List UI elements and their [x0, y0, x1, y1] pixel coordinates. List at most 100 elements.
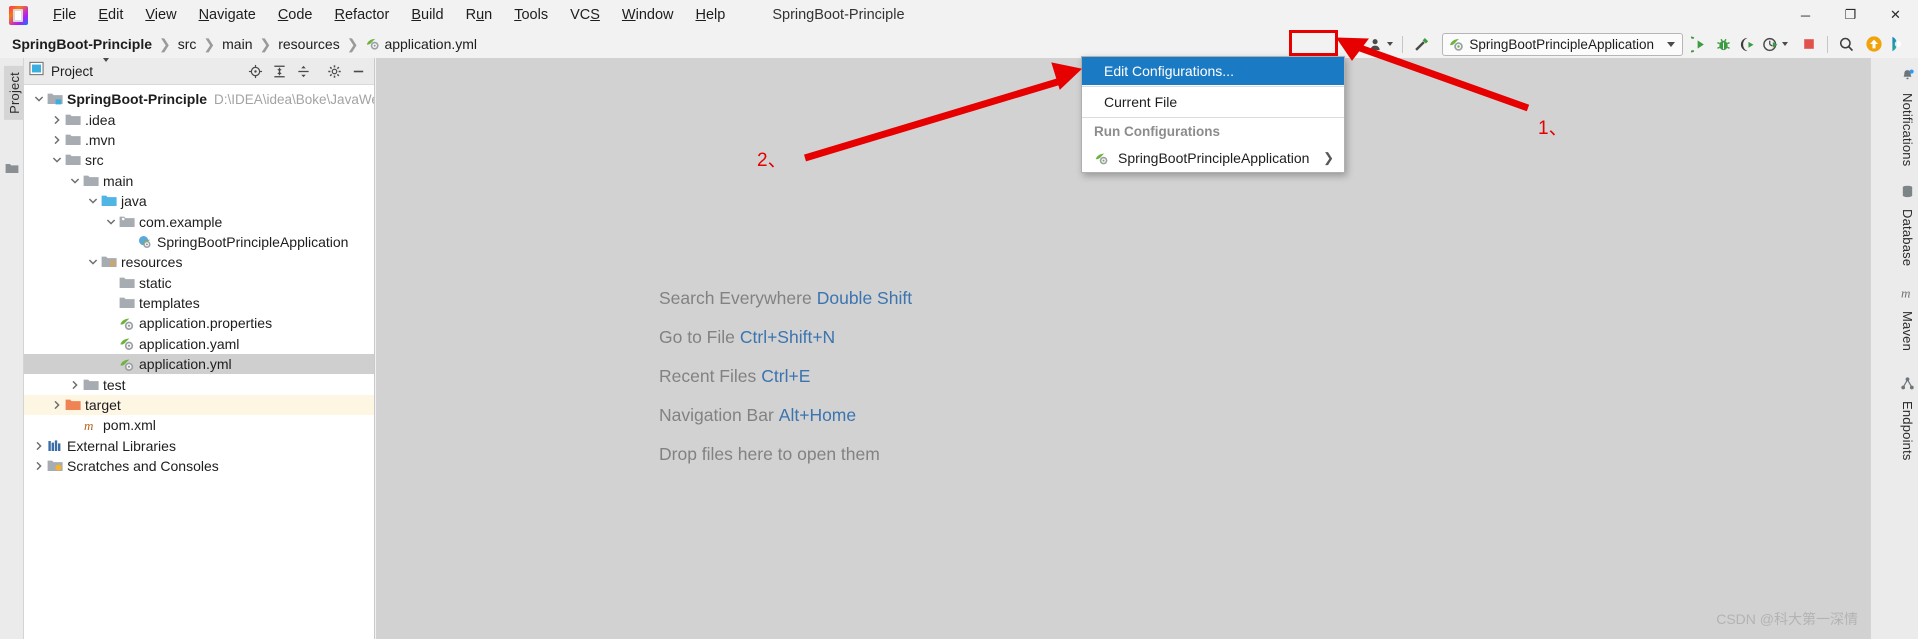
tree-node-src[interactable]: src	[24, 150, 374, 170]
breadcrumb-item-application-yml[interactable]: application.yml	[363, 35, 479, 53]
menu-item-help[interactable]: Help	[684, 3, 736, 27]
popup-item-springbootprincipleapplication[interactable]: SpringBootPrincipleApplication ❯	[1082, 144, 1344, 172]
popup-item-edit-configurations[interactable]: Edit Configurations...	[1082, 57, 1344, 85]
right-tab-database[interactable]: Database	[1900, 184, 1915, 266]
tree-node-pom-xml[interactable]: m pom.xml	[24, 415, 374, 435]
collapse-all-button[interactable]	[292, 61, 314, 82]
tree-twisty-closed-icon[interactable]	[50, 110, 64, 130]
folder-icon[interactable]	[5, 161, 19, 179]
breadcrumb-item-resources[interactable]: resources	[276, 35, 341, 53]
tree-node-springbootprincipleapplication[interactable]: SpringBootPrincipleApplication	[24, 232, 374, 252]
tree-node-external-libraries[interactable]: External Libraries	[24, 436, 374, 456]
tree-node-springboot-principle[interactable]: SpringBoot-Principle D:\IDEA\idea\Boke\Ja…	[24, 89, 374, 109]
gear-icon	[327, 64, 341, 78]
tree-twisty-none-icon	[104, 313, 118, 333]
tree-node--mvn[interactable]: .mvn	[24, 130, 374, 150]
menu-item-file[interactable]: File	[42, 3, 87, 27]
tree-node-label: test	[103, 376, 126, 393]
run-configuration-dropdown-arrow[interactable]	[1660, 34, 1678, 55]
right-tab-notifications[interactable]: Notifications	[1900, 68, 1915, 166]
popup-separator	[1082, 86, 1344, 87]
tree-twisty-closed-icon[interactable]	[50, 130, 64, 150]
tree-twisty-closed-icon[interactable]	[68, 375, 82, 395]
breadcrumb-item-src[interactable]: src	[176, 35, 199, 53]
build-project-button[interactable]	[1409, 32, 1434, 56]
menu-item-code[interactable]: Code	[267, 3, 324, 27]
editor-hint-search-everywhere: Search Everywhere Double Shift	[659, 288, 912, 309]
hint-action: Navigation Bar	[659, 405, 774, 425]
menu-item-navigate[interactable]: Navigate	[188, 3, 267, 27]
profile-button[interactable]	[1759, 32, 1791, 56]
user-account-button[interactable]	[1366, 32, 1396, 56]
tree-twisty-open-icon[interactable]	[50, 150, 64, 170]
tree-twisty-closed-icon[interactable]	[32, 456, 46, 476]
hint-shortcut: Ctrl+Shift+N	[739, 327, 836, 347]
tree-node--idea[interactable]: .idea	[24, 109, 374, 129]
hide-panel-button[interactable]	[347, 61, 369, 82]
tree-twisty-closed-icon[interactable]	[32, 436, 46, 456]
tree-node-static[interactable]: static	[24, 273, 374, 293]
tree-node-main[interactable]: main	[24, 171, 374, 191]
project-panel-dropdown[interactable]	[100, 58, 110, 80]
run-configuration-selector[interactable]: SpringBootPrincipleApplication	[1442, 32, 1683, 56]
run-with-coverage-button[interactable]	[1735, 32, 1759, 56]
tree-twisty-open-icon[interactable]	[104, 212, 118, 232]
tree-twisty-open-icon[interactable]	[86, 191, 100, 211]
tree-node-target[interactable]: target	[24, 394, 374, 416]
menu-item-view[interactable]: View	[134, 3, 187, 27]
right-tab-maven[interactable]: m Maven	[1900, 286, 1915, 351]
tree-node-resources[interactable]: resources	[24, 252, 374, 272]
tree-node-scratches-and-consoles[interactable]: Scratches and Consoles	[24, 456, 374, 476]
tree-node-application-properties[interactable]: application.properties	[24, 313, 374, 333]
tree-twisty-open-icon[interactable]	[86, 252, 100, 272]
run-button[interactable]	[1687, 32, 1711, 56]
hint-action: Go to File	[659, 327, 735, 347]
folder-icon	[118, 276, 135, 290]
tree-node-test[interactable]: test	[24, 374, 374, 394]
bell-icon	[1900, 68, 1915, 88]
idea-settings-sync-button[interactable]	[1886, 32, 1910, 56]
breadcrumb-item-springboot-principle[interactable]: SpringBoot-Principle	[10, 35, 154, 53]
menu-item-build[interactable]: Build	[400, 3, 454, 27]
right-tab-label: Database	[1900, 209, 1915, 267]
menu-item-run[interactable]: Run	[455, 3, 504, 27]
stop-square-icon	[1804, 39, 1814, 49]
stop-button[interactable]	[1797, 32, 1821, 56]
settings-button[interactable]	[323, 61, 345, 82]
user-account-icon	[1370, 38, 1381, 50]
expand-all-button[interactable]	[268, 61, 290, 82]
breadcrumb-item-main[interactable]: main	[220, 35, 254, 53]
menu-item-tools[interactable]: Tools	[503, 3, 559, 27]
update-project-button[interactable]	[1862, 32, 1886, 56]
select-opened-file-button[interactable]	[244, 61, 266, 82]
tree-node-label: .idea	[85, 111, 116, 128]
menu-item-window[interactable]: Window	[611, 3, 685, 27]
menu-item-vcs[interactable]: VCS	[559, 3, 611, 27]
search-everywhere-button[interactable]	[1834, 32, 1858, 56]
tree-node-java[interactable]: java	[24, 191, 374, 211]
popup-item-label: Current File	[1104, 94, 1178, 110]
spring-boot-run-icon	[1094, 151, 1112, 166]
main-toolbar-right: SpringBootPrincipleApplication	[1366, 30, 1918, 58]
minimize-button[interactable]: ─	[1783, 0, 1828, 30]
menu-item-refactor[interactable]: Refactor	[324, 3, 401, 27]
close-button[interactable]: ✕	[1873, 0, 1918, 30]
hint-action: Search Everywhere	[659, 288, 812, 308]
tree-twisty-closed-icon[interactable]	[50, 395, 64, 415]
folder-icon	[118, 296, 135, 310]
right-tab-endpoints[interactable]: Endpoints	[1900, 376, 1915, 461]
tree-node-templates[interactable]: templates	[24, 293, 374, 313]
tree-node-application-yaml[interactable]: application.yaml	[24, 334, 374, 354]
idea-window: File Edit View Navigate Code Refactor Build Run…	[0, 0, 1918, 639]
sidebar-tab-project[interactable]: Project	[4, 66, 25, 120]
debug-button[interactable]	[1711, 32, 1735, 56]
popup-item-current-file[interactable]: Current File	[1082, 88, 1344, 116]
tree-twisty-open-icon[interactable]	[68, 171, 82, 191]
project-tree[interactable]: SpringBoot-Principle D:\IDEA\idea\Boke\Ja…	[24, 85, 374, 476]
tree-node-com-example[interactable]: com.example	[24, 211, 374, 231]
menu-item-edit[interactable]: Edit	[87, 3, 134, 27]
maximize-button[interactable]: ❐	[1828, 0, 1873, 30]
tree-twisty-open-icon[interactable]	[32, 89, 46, 109]
tree-node-application-yml[interactable]: application.yml	[24, 354, 374, 375]
tree-node-label: SpringBootPrincipleApplication	[157, 233, 349, 250]
